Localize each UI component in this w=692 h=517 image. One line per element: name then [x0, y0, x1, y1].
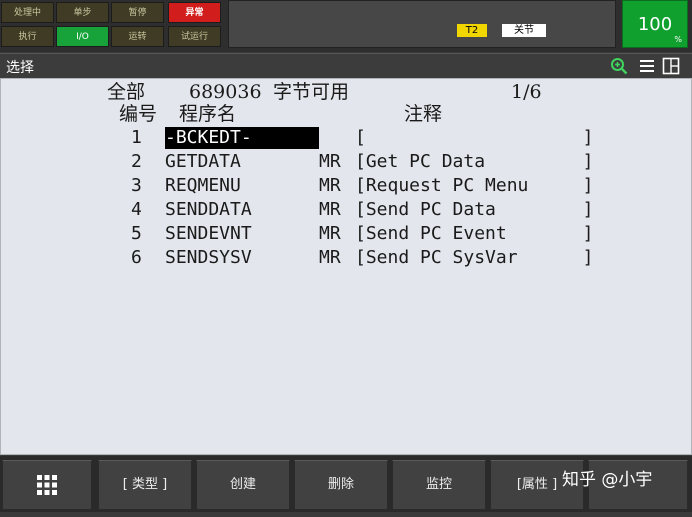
program-row[interactable]: 2 GETDATA MR [Get PC Data ] — [1, 151, 692, 173]
coord-badge: 关节 — [502, 24, 546, 37]
program-name-selected[interactable]: -BCKEDT- — [165, 127, 319, 149]
led-step: 单步 — [56, 2, 109, 23]
program-number: 2 — [131, 151, 142, 172]
grid-icon — [37, 475, 57, 495]
title-bar: 选择 — [0, 53, 692, 78]
led-busy: 处理中 — [1, 2, 54, 23]
page-indicator: 1/6 — [511, 81, 542, 103]
f1-type-button[interactable]: [ 类型 ] — [98, 460, 192, 510]
program-row[interactable]: 4 SENDDATA MR [Send PC Data ] — [1, 199, 692, 221]
program-row[interactable]: 5 SENDEVNT MR [Send PC Event ] — [1, 223, 692, 245]
led-io: I/O — [56, 26, 109, 47]
led-prod: 运转 — [111, 26, 164, 47]
header-label: 全部 — [107, 81, 146, 103]
mode-badge: T2 — [457, 24, 487, 37]
program-name[interactable]: SENDSYSV — [165, 247, 252, 269]
program-type: MR — [319, 223, 341, 244]
watermark: 知乎 @小宇 — [562, 470, 653, 490]
override-percent: % — [674, 35, 682, 44]
program-comment: [Request PC Menu ] — [355, 175, 594, 196]
program-number: 5 — [131, 223, 142, 244]
program-row[interactable]: 3 REQMENU MR [Request PC Menu ] — [1, 175, 692, 197]
column-comment: 注释 — [404, 103, 443, 125]
program-name[interactable]: GETDATA — [165, 151, 241, 173]
program-type: MR — [319, 247, 341, 268]
program-number: 3 — [131, 175, 142, 196]
bytes-free: 689036 — [189, 81, 262, 103]
program-comment: [Get PC Data ] — [355, 151, 594, 172]
led-fault: 异常 — [168, 2, 221, 23]
split-window-icon[interactable] — [662, 57, 680, 75]
program-name[interactable]: REQMENU — [165, 175, 241, 197]
f4-monitor-button[interactable]: 监控 — [392, 460, 486, 510]
app-grid-button[interactable] — [2, 460, 92, 510]
column-number: 编号 — [119, 103, 158, 125]
program-name[interactable]: SENDDATA — [165, 199, 252, 221]
message-panel — [228, 0, 616, 48]
f2-create-button[interactable]: 创建 — [196, 460, 290, 510]
program-number: 1 — [131, 127, 142, 148]
program-list-screen: 全部 689036 字节可用 1/6 编号 程序名 注释 1 -BCKEDT- … — [0, 78, 692, 455]
override-value: 100 — [637, 14, 673, 35]
program-type: MR — [319, 151, 341, 172]
bytes-label: 字节可用 — [273, 81, 350, 103]
led-tstrun: 试运行 — [168, 26, 221, 47]
program-comment: [Send PC Event ] — [355, 223, 594, 244]
program-row[interactable]: 1 -BCKEDT- [ ] — [1, 127, 692, 149]
program-comment: [ ] — [355, 127, 594, 148]
override-button[interactable]: 100 % — [622, 0, 688, 48]
program-name[interactable]: SENDEVNT — [165, 223, 252, 245]
program-row[interactable]: 6 SENDSYSV MR [Send PC SysVar ] — [1, 247, 692, 269]
menu-icon[interactable] — [638, 57, 656, 75]
program-type: MR — [319, 199, 341, 220]
program-number: 6 — [131, 247, 142, 268]
column-name: 程序名 — [179, 103, 237, 125]
program-comment: [Send PC SysVar ] — [355, 247, 594, 268]
led-run: 执行 — [1, 26, 54, 47]
f3-delete-button[interactable]: 删除 — [294, 460, 388, 510]
led-hold: 暂停 — [111, 2, 164, 23]
program-type: MR — [319, 175, 341, 196]
screen-title: 选择 — [6, 60, 34, 76]
zoom-in-icon[interactable] — [610, 57, 628, 75]
program-comment: [Send PC Data ] — [355, 199, 594, 220]
status-bar: 处理中 单步 暂停 异常 执行 I/O 运转 试运行 T2 关节 100 % — [0, 0, 692, 52]
program-number: 4 — [131, 199, 142, 220]
